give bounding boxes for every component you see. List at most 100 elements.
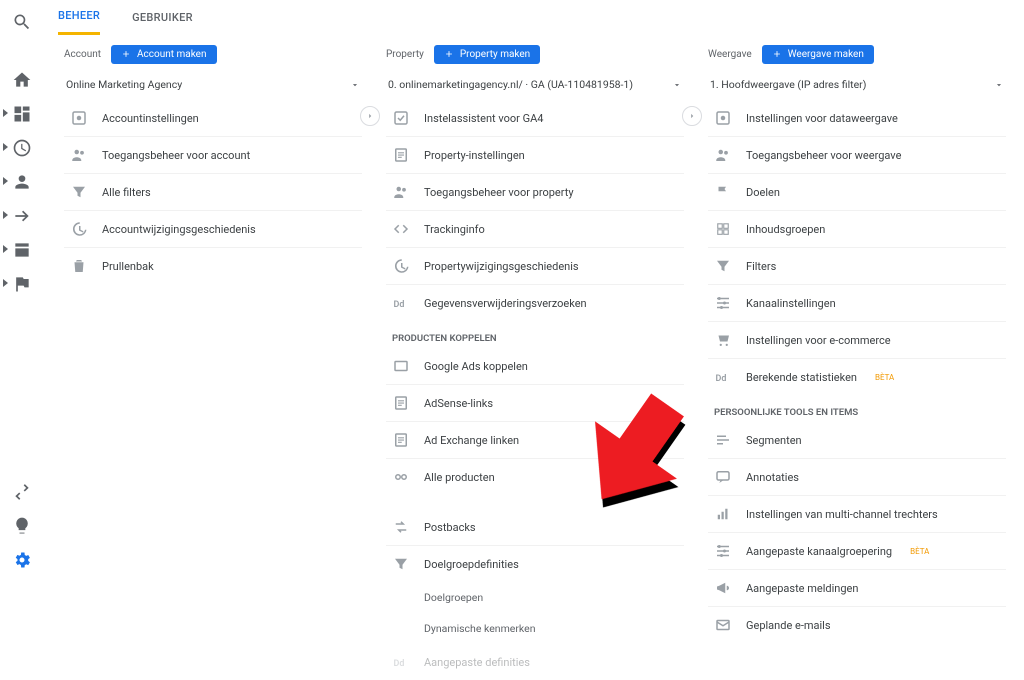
tab-beheer[interactable]: BEHEER xyxy=(58,9,100,35)
property-link-item-2[interactable]: Ad Exchange linken xyxy=(386,422,684,459)
view-personal-item-4[interactable]: Aangepaste meldingen xyxy=(708,570,1006,607)
plus-icon xyxy=(121,49,131,59)
account-item-0[interactable]: Accountinstellingen xyxy=(64,100,362,137)
view-item-6[interactable]: Instellingen voor e-commerce xyxy=(708,322,1006,359)
bulb-icon xyxy=(12,516,32,536)
history-icon xyxy=(392,257,410,275)
audience-sub-1[interactable]: Dynamische kenmerken xyxy=(386,613,684,644)
audience-sub-0[interactable]: Doelgroepen xyxy=(386,582,684,613)
personal-section-header: PERSOONLIJKE TOOLS EN ITEMS xyxy=(708,395,1006,422)
beta-badge: BÈTA xyxy=(875,373,894,382)
property-item-label: Property-instellingen xyxy=(424,149,525,162)
account-dropdown-label: Online Marketing Agency xyxy=(66,78,182,91)
property-link-item-label: AdSense-links xyxy=(424,397,493,410)
property-item-4[interactable]: Propertywijzigingsgeschiedenis xyxy=(386,248,684,285)
create-account-button[interactable]: Account maken xyxy=(111,45,217,64)
view-dropdown-label: 1. Hoofdweergave (IP adres filter) xyxy=(710,78,866,91)
nav-realtime[interactable] xyxy=(12,138,32,158)
link-icon xyxy=(392,468,410,486)
dd-icon: Dd xyxy=(392,294,410,312)
property-link-item-1[interactable]: AdSense-links xyxy=(386,385,684,422)
code-icon xyxy=(392,220,410,238)
nav-audience[interactable] xyxy=(12,172,32,192)
view-personal-item-label: Segmenten xyxy=(746,434,802,447)
view-item-7[interactable]: DdBerekende statistiekenBÈTA xyxy=(708,359,1006,395)
account-dropdown[interactable]: Online Marketing Agency xyxy=(64,74,362,100)
property-item-0[interactable]: Instelassistent voor GA4 xyxy=(386,100,684,137)
view-item-1[interactable]: Toegangsbeheer voor weergave xyxy=(708,137,1006,174)
page-icon xyxy=(392,431,410,449)
view-personal-item-label: Annotaties xyxy=(746,471,799,484)
view-item-label: Instellingen voor dataweergave xyxy=(746,112,898,125)
channel-icon xyxy=(714,294,732,312)
view-item-label: Instellingen voor e-commerce xyxy=(746,334,891,347)
property-dropdown-label: 0. onlinemarketingagency.nl/ · GA (UA-11… xyxy=(388,78,633,91)
property-audience-item-label: Postbacks xyxy=(424,521,476,534)
property-item-2[interactable]: Toegangsbeheer voor property xyxy=(386,174,684,211)
account-item-1[interactable]: Toegangsbeheer voor account xyxy=(64,137,362,174)
search-button[interactable] xyxy=(0,0,44,44)
property-column: Property Property maken 0. onlinemarketi… xyxy=(378,40,692,570)
account-item-label: Accountinstellingen xyxy=(102,112,199,125)
channel-icon xyxy=(714,542,732,560)
view-item-3[interactable]: Inhoudsgroepen xyxy=(708,211,1006,248)
view-item-label: Filters xyxy=(746,260,776,273)
create-property-button[interactable]: Property maken xyxy=(434,45,540,64)
cart-icon xyxy=(714,331,732,349)
trash-icon xyxy=(70,257,88,275)
account-item-3[interactable]: Accountwijzigingsgeschiedenis xyxy=(64,211,362,248)
nav-behavior[interactable] xyxy=(12,240,32,260)
nav-attribution[interactable] xyxy=(12,482,32,502)
nav-admin[interactable] xyxy=(12,550,32,570)
view-personal-item-3[interactable]: Aangepaste kanaalgroeperingBÈTA xyxy=(708,533,1006,570)
view-column: Weergave Weergave maken 1. Hoofdweergave… xyxy=(700,40,1014,570)
view-item-4[interactable]: Filters xyxy=(708,248,1006,285)
filter-icon xyxy=(714,257,732,275)
property-item-5[interactable]: DdGegevensverwijderingsverzoeken xyxy=(386,285,684,321)
tab-gebruiker[interactable]: GEBRUIKER xyxy=(132,11,193,34)
property-defs-item-0[interactable]: DdAangepaste definities xyxy=(386,644,684,680)
view-personal-item-label: Aangepaste kanaalgroepering xyxy=(746,545,892,558)
nav-home[interactable] xyxy=(12,70,32,90)
view-item-label: Toegangsbeheer voor weergave xyxy=(746,149,901,162)
view-dropdown[interactable]: 1. Hoofdweergave (IP adres filter) xyxy=(708,74,1006,100)
people-icon xyxy=(714,146,732,164)
page-icon xyxy=(12,240,32,260)
account-item-2[interactable]: Alle filters xyxy=(64,174,362,211)
view-colname: Weergave xyxy=(708,49,752,60)
view-item-2[interactable]: Doelen xyxy=(708,174,1006,211)
nav-conversions[interactable] xyxy=(12,274,32,294)
account-item-4[interactable]: Prullenbak xyxy=(64,248,362,284)
filter-icon xyxy=(392,555,410,573)
property-dropdown[interactable]: 0. onlinemarketingagency.nl/ · GA (UA-11… xyxy=(386,74,684,100)
view-personal-item-label: Aangepaste meldingen xyxy=(746,582,858,595)
property-defs-item-label: Aangepaste definities xyxy=(424,656,530,669)
view-personal-item-5[interactable]: Geplande e-mails xyxy=(708,607,1006,643)
postback-icon xyxy=(392,518,410,536)
property-audience-item-1[interactable]: Doelgroepdefinities xyxy=(386,546,684,582)
person-icon xyxy=(12,172,32,192)
property-link-item-label: Alle producten xyxy=(424,471,495,484)
property-link-item-3[interactable]: Alle producten xyxy=(386,459,684,495)
account-column: Account Account maken Online Marketing A… xyxy=(56,40,370,570)
create-view-button[interactable]: Weergave maken xyxy=(762,45,874,64)
swap-icon xyxy=(12,482,32,502)
settings-box-icon xyxy=(70,109,88,127)
nav-dashboards[interactable] xyxy=(12,104,32,124)
property-item-3[interactable]: Trackinginfo xyxy=(386,211,684,248)
nav-acquisition[interactable] xyxy=(12,206,32,226)
property-audience-item-0[interactable]: Postbacks xyxy=(386,509,684,546)
search-icon xyxy=(12,12,32,32)
view-item-0[interactable]: Instellingen voor dataweergave xyxy=(708,100,1006,137)
products-section-header: PRODUCTEN KOPPELEN xyxy=(386,321,684,348)
view-personal-item-1[interactable]: Annotaties xyxy=(708,459,1006,496)
view-personal-item-0[interactable]: Segmenten xyxy=(708,422,1006,459)
funnel-icon xyxy=(714,505,732,523)
view-item-5[interactable]: Kanaalinstellingen xyxy=(708,285,1006,322)
create-property-label: Property maken xyxy=(460,49,530,60)
property-link-item-0[interactable]: Google Ads koppelen xyxy=(386,348,684,385)
nav-discover[interactable] xyxy=(12,516,32,536)
create-view-label: Weergave maken xyxy=(788,49,864,60)
view-personal-item-2[interactable]: Instellingen van multi-channel trechters xyxy=(708,496,1006,533)
property-item-1[interactable]: Property-instellingen xyxy=(386,137,684,174)
